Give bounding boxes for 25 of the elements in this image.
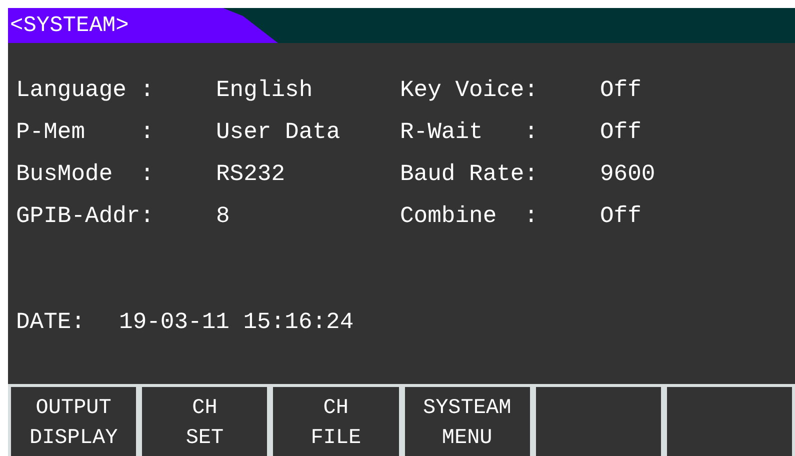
setting-label: P-Mem : xyxy=(16,118,156,147)
softkey[interactable]: OUTPUT DISPLAY xyxy=(8,384,140,456)
setting-value: Off xyxy=(600,202,642,231)
blank-softkey[interactable] xyxy=(532,384,664,456)
setting-label: Combine : xyxy=(400,202,540,231)
date-label: DATE: xyxy=(16,308,86,337)
date-value: 19-03-11 15:16:24 xyxy=(119,308,354,337)
setting-value: RS232 xyxy=(216,160,286,189)
softkey[interactable]: SYSTEAM MENU xyxy=(402,384,533,456)
setting-value: English xyxy=(216,76,314,105)
setting-label: R-Wait : xyxy=(400,118,540,147)
setting-label: GPIB-Addr: xyxy=(16,202,156,231)
setting-value: User Data xyxy=(216,118,342,147)
setting-label: Language : xyxy=(16,76,156,105)
softkey[interactable]: CH SET xyxy=(139,384,270,456)
setting-value: Off xyxy=(600,76,642,105)
softkey[interactable]: CH FILE xyxy=(270,384,402,456)
setting-value: 9600 xyxy=(600,160,656,189)
setting-value: Off xyxy=(600,118,642,147)
screen-title: <SYSTEAM> xyxy=(8,8,278,43)
setting-label: Key Voice: xyxy=(400,76,540,105)
setting-label: BusMode : xyxy=(16,160,156,189)
blank-softkey[interactable] xyxy=(664,384,795,456)
setting-value: 8 xyxy=(216,202,231,231)
setting-label: Baud Rate: xyxy=(400,160,540,189)
